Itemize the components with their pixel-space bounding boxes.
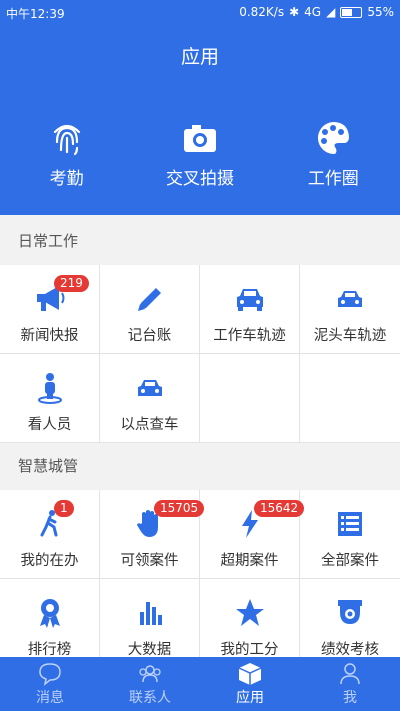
tile-performance[interactable]: 绩效考核 bbox=[300, 579, 400, 668]
status-time: 中午12:39 bbox=[6, 7, 65, 21]
quick-actions: 考勤 交叉拍摄 工作圈 bbox=[0, 118, 400, 189]
medal-icon bbox=[39, 599, 60, 628]
star-icon bbox=[235, 599, 264, 626]
tab-messages[interactable]: 消息 bbox=[0, 657, 100, 711]
signal-icon: ◢ bbox=[326, 5, 336, 19]
quick-cross-shoot[interactable]: 交叉拍摄 bbox=[133, 118, 266, 189]
tile-ranking[interactable]: 排行榜 bbox=[0, 579, 100, 668]
tile-view-staff[interactable]: 看人员 bbox=[0, 354, 100, 443]
section-title-daily: 日常工作 bbox=[0, 218, 400, 265]
pencil-icon bbox=[137, 288, 161, 311]
tile-big-data[interactable]: 大数据 bbox=[100, 579, 200, 668]
claimable-badge: 15705 bbox=[154, 500, 205, 517]
pending-badge: 1 bbox=[54, 500, 74, 517]
tile-dump-truck-track[interactable]: 泥头车轨迹 bbox=[300, 265, 400, 354]
tile-my-pending[interactable]: 1 我的在办 bbox=[0, 490, 100, 579]
person-icon bbox=[340, 663, 360, 685]
contacts-icon bbox=[139, 665, 161, 683]
tile-all-cases[interactable]: 全部案件 bbox=[300, 490, 400, 579]
tile-ledger[interactable]: 记台账 bbox=[100, 265, 200, 354]
tile-overdue-cases[interactable]: 15642 超期案件 bbox=[200, 490, 305, 579]
car-icon bbox=[137, 380, 162, 396]
list-icon bbox=[338, 512, 362, 536]
bottom-tab-bar: 消息 联系人 应用 我 bbox=[0, 657, 400, 711]
tile-check-car-by-point[interactable]: 以点查车 bbox=[100, 354, 200, 443]
status-bar: 中午12:39 0.82K/s ✱ 4G ◢ 55% bbox=[0, 0, 400, 24]
overdue-badge: 15642 bbox=[254, 500, 305, 517]
tab-me[interactable]: 我 bbox=[300, 657, 400, 711]
tile-news[interactable]: 219 新闻快报 bbox=[0, 265, 100, 354]
tile-claimable-cases[interactable]: 15705 可领案件 bbox=[100, 490, 205, 579]
tile-work-car-track[interactable]: 工作车轨迹 bbox=[200, 265, 300, 354]
empty-cell bbox=[300, 354, 400, 443]
grid-daily: 219 新闻快报 记台账 工作车轨迹 泥头车轨迹 看人员 以点查车 bbox=[0, 265, 400, 443]
palette-icon bbox=[318, 122, 350, 155]
tile-my-points[interactable]: 我的工分 bbox=[200, 579, 300, 668]
car-icon bbox=[236, 289, 263, 311]
network-type: 4G bbox=[304, 5, 322, 19]
network-speed: 0.82K/s bbox=[239, 5, 285, 19]
chat-icon bbox=[39, 663, 61, 686]
news-badge: 219 bbox=[54, 275, 89, 292]
tab-contacts[interactable]: 联系人 bbox=[100, 657, 200, 711]
empty-cell bbox=[200, 354, 300, 443]
grid-smart-city: 1 我的在办 15705 可领案件 15642 超期案件 全部案件 排行榜 大数… bbox=[0, 490, 400, 668]
app-header: 中午12:39 0.82K/s ✱ 4G ◢ 55% 应用 考勤 交叉拍摄 工作… bbox=[0, 0, 400, 215]
car-icon bbox=[338, 291, 362, 307]
quick-attendance[interactable]: 考勤 bbox=[0, 118, 133, 189]
page-title: 应用 bbox=[180, 46, 219, 68]
bluetooth-icon: ✱ bbox=[289, 5, 300, 19]
camera-dome-icon bbox=[338, 600, 362, 624]
bar-chart-icon bbox=[139, 602, 162, 625]
fingerprint-icon bbox=[53, 124, 80, 156]
person-location-icon bbox=[37, 373, 62, 404]
camera-icon bbox=[183, 125, 216, 152]
tab-apps[interactable]: 应用 bbox=[200, 657, 300, 711]
battery-level: 55% bbox=[367, 5, 394, 19]
section-title-smart-city: 智慧城管 bbox=[0, 443, 400, 490]
box-icon bbox=[238, 663, 262, 685]
quick-work-circle[interactable]: 工作圈 bbox=[267, 118, 400, 189]
battery-icon bbox=[340, 6, 363, 18]
